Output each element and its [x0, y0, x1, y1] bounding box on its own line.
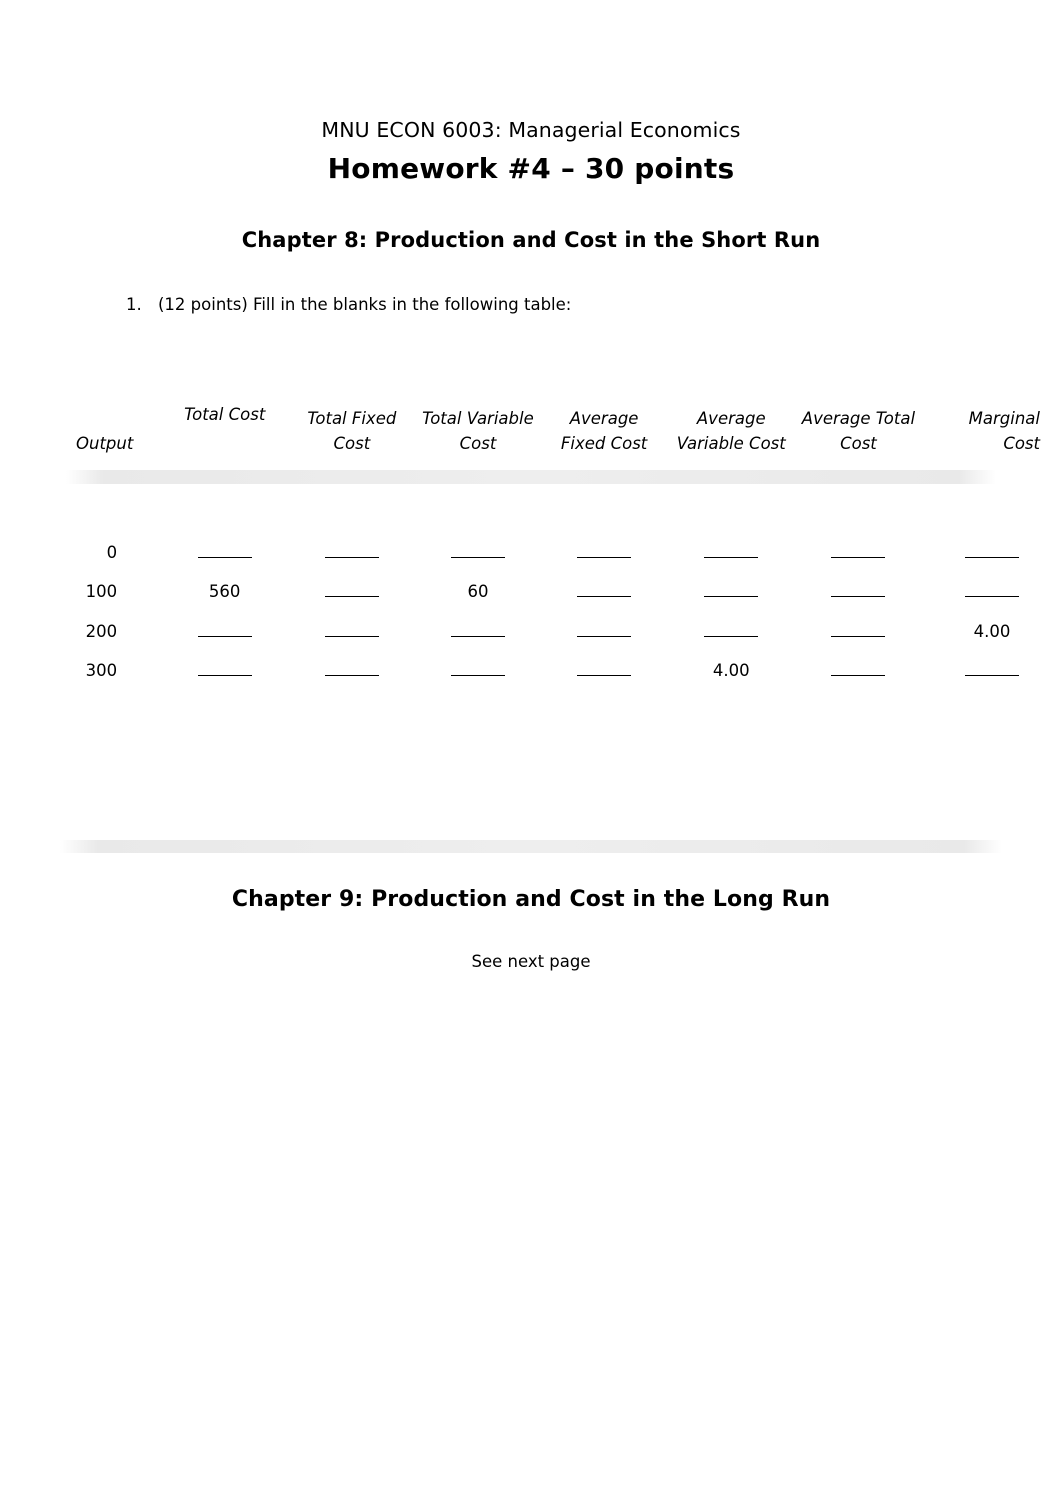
cell-average-fixed-cost	[541, 651, 668, 690]
cell-total-cost: 560	[208, 582, 241, 602]
cell-total-cost	[161, 533, 288, 572]
table-row: 100 560 60	[0, 572, 1062, 611]
blank-answer-field[interactable]	[704, 583, 759, 598]
chapter-9-heading: Chapter 9: Production and Cost in the Lo…	[231, 887, 831, 913]
table-row: 200 4.00	[0, 612, 1062, 651]
cell-average-total-cost	[795, 612, 922, 651]
cell-average-total-cost	[795, 533, 922, 572]
blank-answer-field[interactable]	[577, 544, 632, 558]
cell-output: 200	[85, 621, 118, 641]
column-header-average-variable-cost: Average Variable Cost	[676, 409, 786, 453]
blank-answer-field[interactable]	[324, 623, 379, 637]
blank-answer-field[interactable]	[197, 544, 252, 558]
column-header-output: Output	[76, 433, 134, 453]
blank-answer-field[interactable]	[324, 662, 379, 676]
page-title: Homework #4 – 30 points	[327, 151, 735, 185]
cost-table: Output Total Cost Total Fixed Cost Total…	[0, 332, 1062, 691]
blank-answer-field[interactable]	[324, 544, 379, 558]
cell-total-cost	[161, 612, 288, 651]
cell-total-variable-cost	[415, 612, 540, 651]
blank-answer-field[interactable]	[704, 623, 759, 637]
cell-total-variable-cost	[415, 533, 540, 572]
column-header-total-fixed-cost: Total Fixed Cost	[307, 409, 397, 453]
table-spacer-row	[0, 493, 1062, 533]
table-row: 300 4.00	[0, 651, 1062, 690]
blank-answer-field[interactable]	[577, 662, 632, 676]
blank-answer-field[interactable]	[965, 544, 1019, 558]
column-header-average-total-cost: Average Total Cost	[801, 409, 916, 453]
cell-average-total-cost	[795, 572, 922, 611]
see-next-page-note: See next page	[471, 952, 591, 972]
blank-answer-field[interactable]	[450, 662, 505, 676]
blank-answer-field[interactable]	[831, 583, 886, 598]
blank-answer-field[interactable]	[831, 623, 886, 637]
cell-average-fixed-cost	[541, 572, 668, 611]
cell-average-variable-cost	[668, 612, 795, 651]
cell-total-fixed-cost	[288, 612, 415, 651]
cell-total-fixed-cost	[288, 533, 415, 572]
cell-output: 0	[106, 542, 118, 562]
cell-total-fixed-cost	[288, 572, 415, 611]
table-row: 0	[0, 533, 1062, 572]
table-separator-bar	[0, 461, 1062, 493]
blank-answer-field[interactable]	[450, 544, 505, 558]
blank-answer-field[interactable]	[577, 583, 632, 598]
course-line: MNU ECON 6003: Managerial Economics	[321, 118, 741, 142]
cell-marginal-cost	[922, 572, 1062, 611]
bottom-separator	[0, 840, 1062, 854]
cell-average-variable-cost	[668, 572, 795, 611]
blank-answer-field[interactable]	[965, 662, 1019, 676]
cell-marginal-cost	[922, 533, 1062, 572]
blank-answer-field[interactable]	[831, 544, 886, 558]
chapter-8-heading: Chapter 8: Production and Cost in the Sh…	[241, 227, 821, 252]
cell-total-variable-cost	[415, 651, 540, 690]
blank-answer-field[interactable]	[197, 662, 252, 676]
cell-marginal-cost: 4.00	[973, 621, 1011, 641]
blank-answer-field[interactable]	[450, 623, 505, 637]
cell-marginal-cost	[922, 651, 1062, 690]
column-header-average-fixed-cost: Average Fixed Cost	[560, 409, 648, 453]
cell-average-fixed-cost	[541, 533, 668, 572]
blank-answer-field[interactable]	[197, 623, 252, 637]
cell-average-fixed-cost	[541, 612, 668, 651]
cell-average-total-cost	[795, 651, 922, 690]
blank-answer-field[interactable]	[965, 583, 1019, 598]
cell-total-fixed-cost	[288, 651, 415, 690]
table-separator-row	[0, 461, 1062, 493]
cell-total-cost	[161, 651, 288, 690]
cell-output: 300	[85, 660, 118, 680]
cell-average-variable-cost: 4.00	[712, 660, 750, 680]
column-header-total-variable-cost: Total Variable Cost	[422, 409, 534, 453]
blank-answer-field[interactable]	[324, 583, 379, 598]
question-1: 1. (12 points) Fill in the blanks in the…	[0, 295, 1062, 314]
question-1-text: (12 points) Fill in the blanks in the fo…	[158, 294, 572, 314]
column-header-total-cost: Total Cost	[184, 404, 266, 424]
question-1-number: 1.	[126, 294, 142, 314]
cell-average-variable-cost	[668, 533, 795, 572]
cell-total-variable-cost: 60	[467, 582, 489, 602]
table-body: 0 100 560 60 200 4.00 300 4.00	[0, 533, 1062, 691]
blank-answer-field[interactable]	[704, 544, 759, 558]
document-page: MNU ECON 6003: Managerial Economics Home…	[0, 118, 1062, 1495]
column-header-marginal-cost: Marginal Cost	[968, 409, 1040, 453]
blank-answer-field[interactable]	[831, 662, 886, 676]
cell-output: 100	[85, 582, 118, 602]
table-header-row: Output Total Cost Total Fixed Cost Total…	[0, 332, 1062, 461]
blank-answer-field[interactable]	[577, 623, 632, 637]
